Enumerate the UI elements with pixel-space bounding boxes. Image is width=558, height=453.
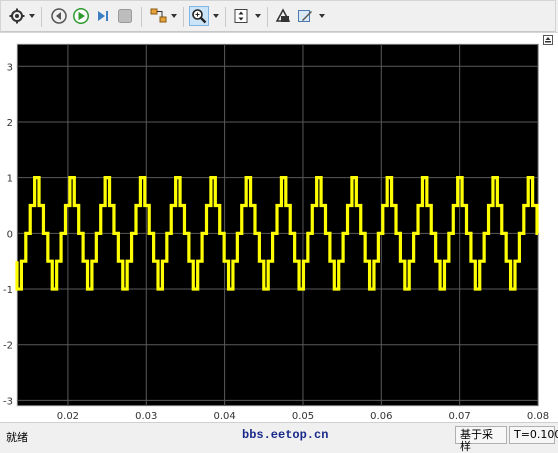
- zoom-icon[interactable]: [189, 6, 209, 26]
- step-forward-icon[interactable]: [93, 6, 113, 26]
- highlight-block-icon[interactable]: [273, 6, 293, 26]
- style-icon[interactable]: [295, 6, 315, 26]
- y-tick-label: 0: [7, 229, 13, 240]
- signal-dropdown-arrow[interactable]: [170, 6, 178, 26]
- toolbar-separator: [41, 7, 42, 27]
- x-tick-label: 0.02: [57, 411, 79, 422]
- style-dropdown-arrow[interactable]: [318, 6, 326, 26]
- y-tick-label: -2: [3, 341, 13, 352]
- toolbar: [0, 0, 556, 32]
- x-tick-label: 0.08: [527, 411, 549, 422]
- undock-icon[interactable]: [543, 35, 553, 45]
- zoom-dropdown-arrow[interactable]: [212, 6, 220, 26]
- x-tick-label: 0.06: [370, 411, 392, 422]
- signal-selection-icon[interactable]: [149, 6, 169, 26]
- y-tick-label: 1: [7, 174, 13, 185]
- y-tick-label: -1: [3, 285, 13, 296]
- y-tick-label: 3: [7, 62, 13, 73]
- status-bar: 就绪 bbs.eetop.cn 基于采样 T=0.100: [0, 422, 558, 453]
- settings-dropdown-arrow[interactable]: [28, 6, 36, 26]
- x-tick-label: 0.05: [292, 411, 314, 422]
- status-text: 就绪: [6, 431, 28, 444]
- stop-icon[interactable]: [115, 6, 135, 26]
- sample-mode-badge: 基于采样: [455, 426, 507, 453]
- x-tick-label: 0.03: [135, 411, 157, 422]
- x-tick-label: 0.04: [213, 411, 235, 422]
- step-back-icon[interactable]: [49, 6, 69, 26]
- autoscale-icon[interactable]: [231, 6, 251, 26]
- y-tick-label: -3: [3, 396, 13, 407]
- x-tick-label: 0.07: [449, 411, 471, 422]
- toolbar-separator: [183, 7, 184, 27]
- toolbar-separator: [267, 7, 268, 27]
- scope-plot[interactable]: 3 2 1 0 -1 -2 -3 0.02 0.03 0.04 0.05 0.06 0.07 0.08: [0, 33, 558, 423]
- autoscale-dropdown-arrow[interactable]: [254, 6, 262, 26]
- run-icon[interactable]: [71, 6, 91, 26]
- toolbar-separator: [225, 7, 226, 27]
- watermark-text: bbs.eetop.cn: [242, 428, 329, 442]
- y-tick-label: 2: [7, 118, 13, 129]
- toolbar-separator: [141, 7, 142, 27]
- sim-time-badge: T=0.100: [509, 426, 558, 444]
- scope-plot-area[interactable]: 3 2 1 0 -1 -2 -3 0.02 0.03 0.04 0.05 0.06 0.07 0.08: [0, 32, 558, 422]
- settings-icon[interactable]: [7, 6, 27, 26]
